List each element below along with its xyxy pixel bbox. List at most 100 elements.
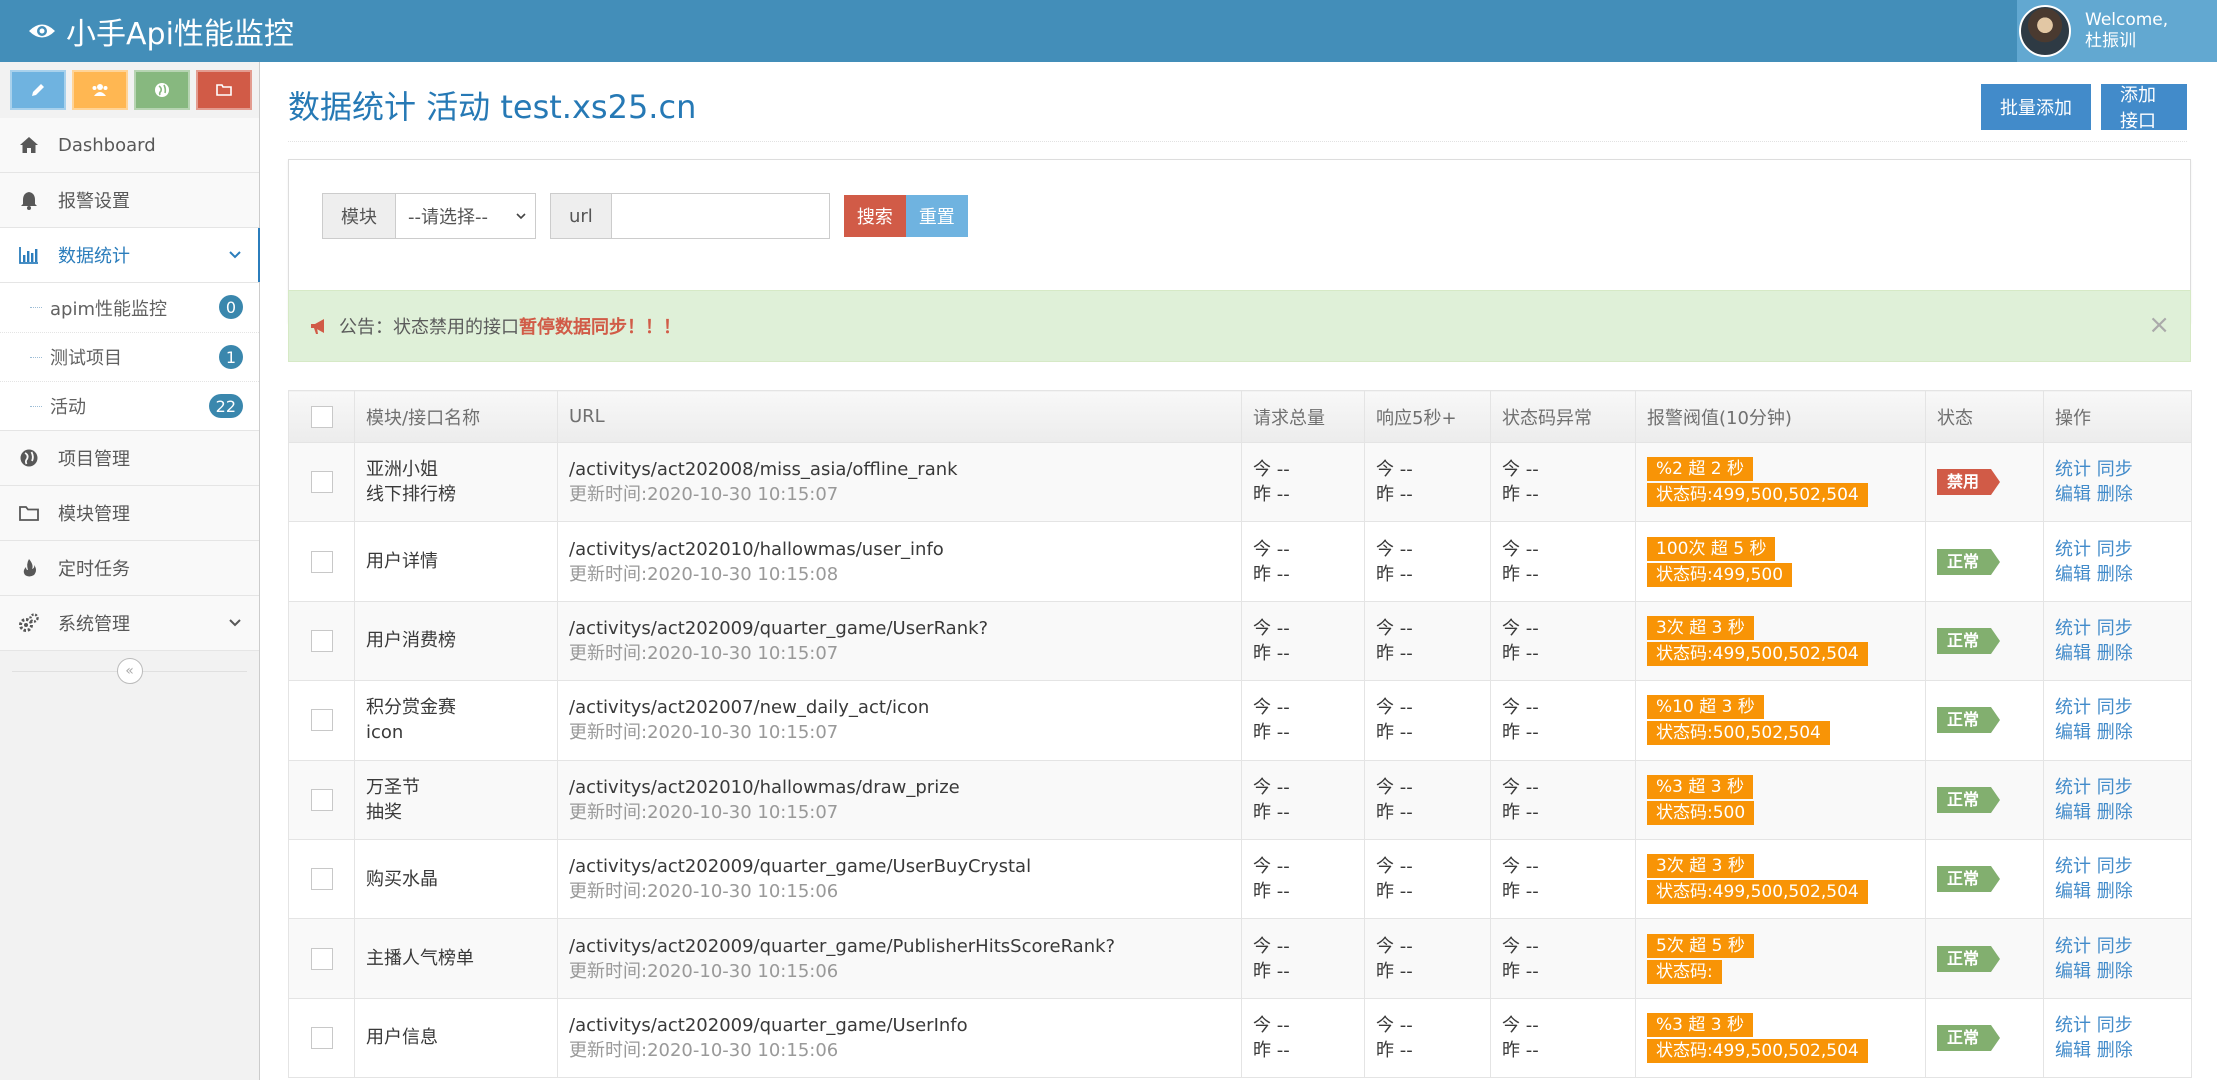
slow-response-cell: 今 -- 昨 --: [1364, 838, 1491, 920]
today-value: 今 --: [1253, 697, 1290, 719]
module-select-value: --请选择--: [408, 207, 488, 228]
chevron-down-icon: [516, 213, 526, 220]
brand[interactable]: 小手Api性能监控: [28, 9, 294, 53]
sidebar-subitem-activity[interactable]: 活动 22: [0, 381, 259, 430]
sidebar-item-system-mgmt[interactable]: 系统管理: [0, 596, 259, 651]
status-code-label: 状态码:500,502,504: [1647, 721, 1830, 746]
edit-link[interactable]: 编辑: [2055, 802, 2091, 823]
search-button[interactable]: 搜索: [843, 195, 906, 237]
batch-add-button[interactable]: 批量添加: [1981, 84, 2091, 130]
delete-link[interactable]: 删除: [2097, 722, 2133, 743]
delete-link[interactable]: 删除: [2097, 881, 2133, 902]
sync-link[interactable]: 同步: [2097, 936, 2133, 957]
stats-link[interactable]: 统计: [2055, 936, 2091, 957]
delete-link[interactable]: 删除: [2097, 802, 2133, 823]
notice-suffix: ！！！: [627, 317, 681, 338]
shortcut-globe-button[interactable]: [134, 70, 190, 110]
delete-link[interactable]: 删除: [2097, 484, 2133, 505]
sync-link[interactable]: 同步: [2097, 697, 2133, 718]
sidebar-subitem-test-project[interactable]: 测试项目 1: [0, 332, 259, 381]
sidebar-item-alarm-settings[interactable]: 报警设置: [0, 173, 259, 228]
today-value: 今 --: [1376, 617, 1413, 639]
request-total-cell: 今 -- 昨 --: [1241, 838, 1365, 920]
delete-link[interactable]: 删除: [2097, 1040, 2133, 1061]
actions-cell: 统计 同步 编辑 删除: [2043, 521, 2192, 602]
shortcut-pencil-button[interactable]: [10, 70, 66, 110]
sync-link[interactable]: 同步: [2097, 856, 2133, 877]
row-select-cell: [288, 441, 355, 523]
updated-time: 更新时间:2020-10-30 10:15:06: [569, 960, 839, 982]
stats-link[interactable]: 统计: [2055, 1015, 2091, 1036]
stats-link[interactable]: 统计: [2055, 618, 2091, 639]
edit-link[interactable]: 编辑: [2055, 1040, 2091, 1061]
module-select[interactable]: --请选择--: [396, 193, 536, 239]
module-name: 亚洲小姐: [366, 459, 438, 481]
edit-link[interactable]: 编辑: [2055, 564, 2091, 585]
row-checkbox[interactable]: [310, 471, 333, 494]
row-checkbox[interactable]: [310, 550, 333, 573]
collapse-sidebar-button[interactable]: «: [116, 658, 143, 684]
sidebar-item-data-stats[interactable]: 数据统计: [0, 228, 260, 283]
row-checkbox[interactable]: [310, 788, 333, 811]
users-icon: [92, 84, 108, 96]
row-select-cell: [288, 997, 355, 1079]
select-all-checkbox[interactable]: [310, 405, 333, 428]
shortcut-users-button[interactable]: [72, 70, 128, 110]
close-icon[interactable]: ×: [2148, 311, 2170, 339]
sync-link[interactable]: 同步: [2097, 1015, 2133, 1036]
today-value: 今 --: [1253, 776, 1290, 798]
stats-link[interactable]: 统计: [2055, 856, 2091, 877]
status-code-label: 状态码:499,500: [1647, 562, 1793, 587]
edit-link[interactable]: 编辑: [2055, 881, 2091, 902]
row-checkbox[interactable]: [310, 1026, 333, 1049]
delete-link[interactable]: 删除: [2097, 643, 2133, 664]
url-cell: /activitys/act202009/quarter_game/UserBu…: [557, 838, 1242, 920]
delete-link[interactable]: 删除: [2097, 564, 2133, 585]
stats-link[interactable]: 统计: [2055, 777, 2091, 798]
url-input[interactable]: [611, 193, 830, 239]
add-api-button[interactable]: 添加接口: [2101, 84, 2187, 132]
yesterday-value: 昨 --: [1376, 722, 1413, 744]
row-checkbox[interactable]: [310, 629, 333, 652]
threshold-label: %3 超 3 秒: [1647, 774, 1753, 799]
yesterday-value: 昨 --: [1502, 960, 1539, 982]
sidebar-item-module-mgmt[interactable]: 模块管理: [0, 486, 259, 541]
yesterday-value: 昨 --: [1502, 722, 1539, 744]
url-cell: /activitys/act202010/hallowmas/draw_priz…: [557, 759, 1242, 840]
edit-link[interactable]: 编辑: [2055, 484, 2091, 505]
stats-link[interactable]: 统计: [2055, 539, 2091, 560]
sync-link[interactable]: 同步: [2097, 618, 2133, 639]
sidebar-subitem-apim[interactable]: apim性能监控 0: [0, 283, 259, 332]
sidebar-item-project-mgmt[interactable]: 项目管理: [0, 431, 259, 486]
edit-link[interactable]: 编辑: [2055, 643, 2091, 664]
stats-link[interactable]: 统计: [2055, 459, 2091, 480]
url-cell: /activitys/act202009/quarter_game/UserRa…: [557, 600, 1242, 682]
sidebar-item-scheduled-tasks[interactable]: 定时任务: [0, 541, 259, 596]
sync-link[interactable]: 同步: [2097, 539, 2133, 560]
module-name-cell: 积分赏金赛 icon: [354, 680, 558, 761]
reset-button[interactable]: 重置: [905, 195, 968, 237]
row-checkbox[interactable]: [310, 947, 333, 970]
stats-link[interactable]: 统计: [2055, 697, 2091, 718]
user-menu[interactable]: Welcome, 杜振训: [2017, 0, 2217, 62]
edit-link[interactable]: 编辑: [2055, 961, 2091, 982]
sync-link[interactable]: 同步: [2097, 459, 2133, 480]
request-total-cell: 今 -- 昨 --: [1241, 918, 1365, 999]
avatar[interactable]: [2019, 5, 2071, 57]
url-label: url: [550, 193, 612, 239]
edit-link[interactable]: 编辑: [2055, 722, 2091, 743]
status-code-error-cell: 今 -- 昨 --: [1490, 838, 1636, 920]
row-checkbox[interactable]: [310, 709, 333, 732]
sidebar-item-dashboard[interactable]: Dashboard: [0, 118, 259, 173]
module-name-cell: 购买水晶: [354, 838, 558, 920]
yesterday-value: 昨 --: [1502, 1039, 1539, 1061]
home-icon: [20, 137, 38, 153]
shortcut-folder-button[interactable]: [196, 70, 252, 110]
row-checkbox[interactable]: [310, 868, 333, 891]
chevron-down-icon: [229, 619, 241, 627]
status-code-error-cell: 今 -- 昨 --: [1490, 680, 1636, 761]
slow-response-cell: 今 -- 昨 --: [1364, 918, 1491, 999]
delete-link[interactable]: 删除: [2097, 961, 2133, 982]
request-total-cell: 今 -- 昨 --: [1241, 521, 1365, 602]
sync-link[interactable]: 同步: [2097, 777, 2133, 798]
